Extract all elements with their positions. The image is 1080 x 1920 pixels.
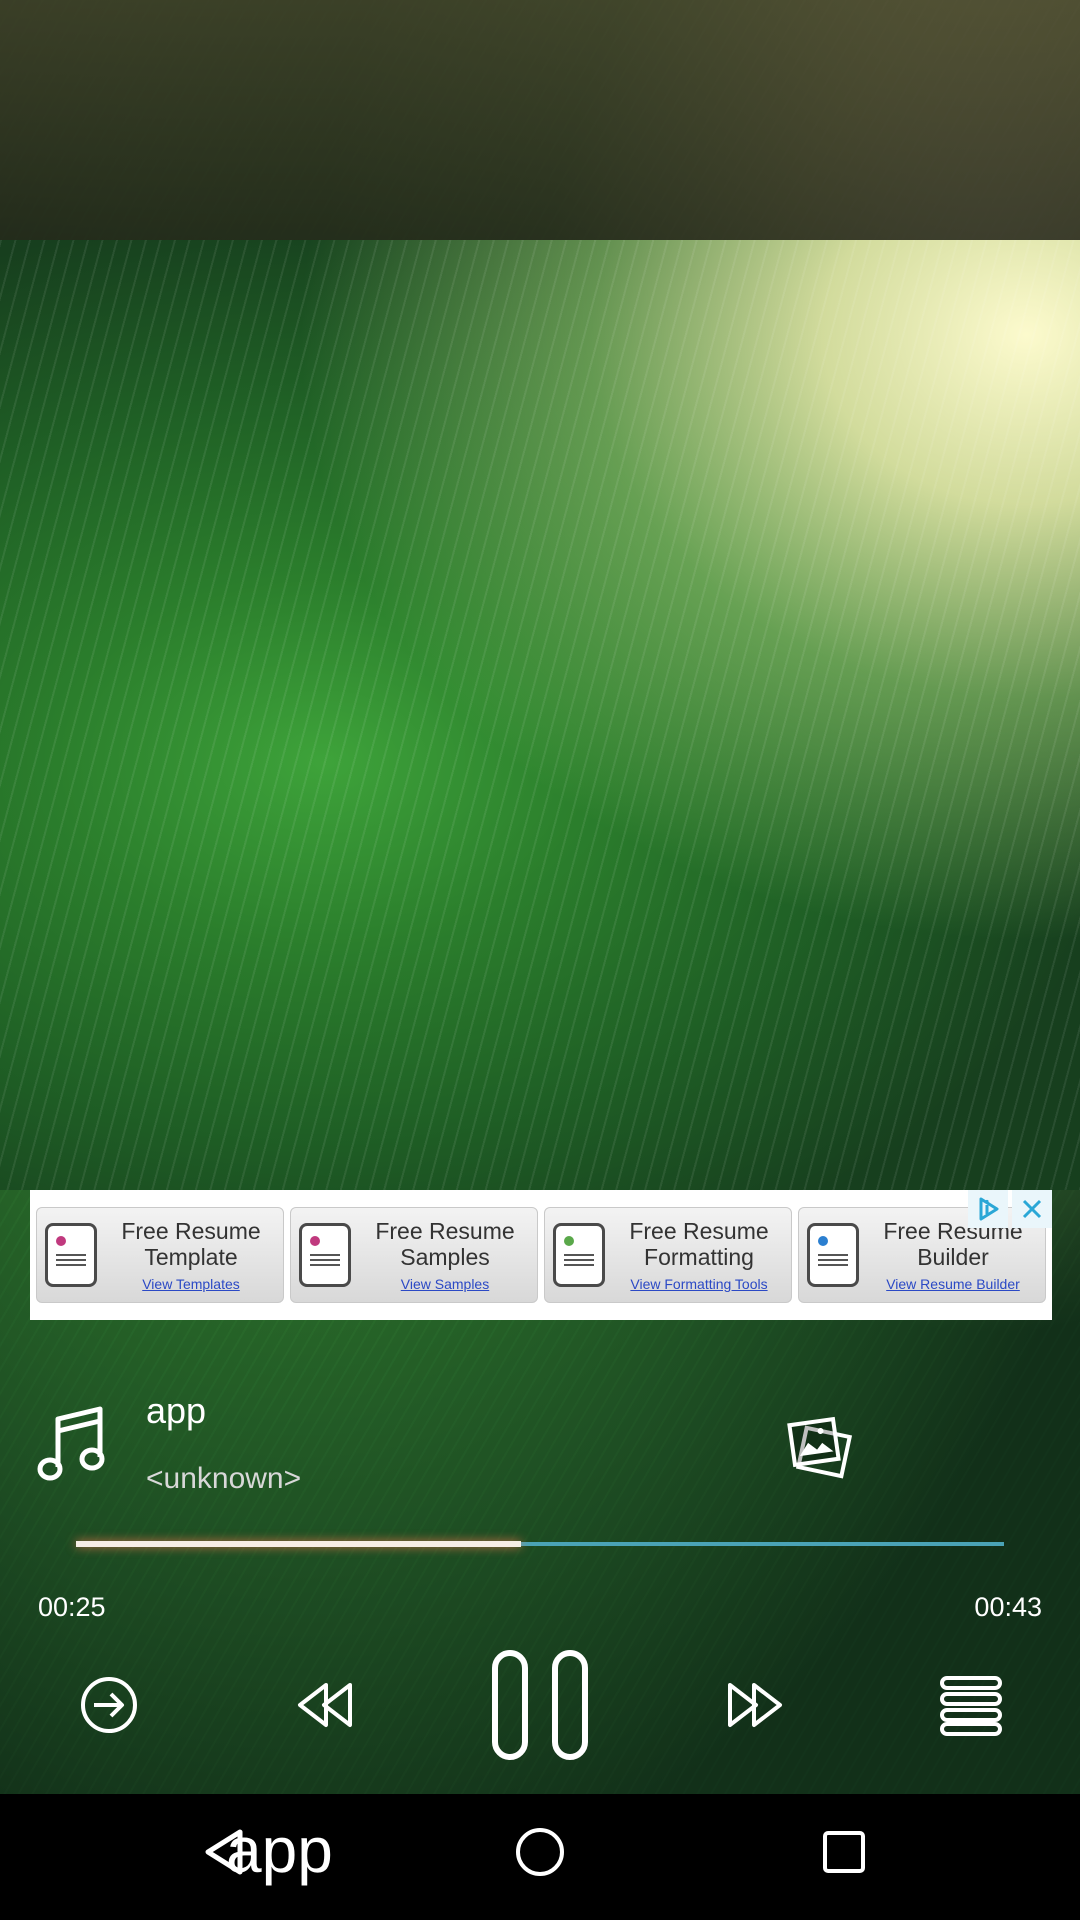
back-button-label: app bbox=[226, 1824, 333, 1886]
system-navigation-bar: app bbox=[0, 1794, 1080, 1920]
ad-card-link[interactable]: View Formatting Tools bbox=[615, 1276, 783, 1292]
ad-card-link[interactable]: View Samples bbox=[361, 1276, 529, 1292]
ad-card-builder[interactable]: Free Resume Builder View Resume Builder bbox=[798, 1207, 1046, 1303]
ad-card-text: Free Resume Samples View Samples bbox=[361, 1218, 529, 1292]
resume-doc-icon bbox=[553, 1223, 605, 1287]
fast-forward-icon[interactable] bbox=[720, 1670, 790, 1740]
ad-card-text: Free Resume Formatting View Formatting T… bbox=[615, 1218, 783, 1292]
album-art-picker-icon[interactable] bbox=[784, 1416, 854, 1482]
resume-doc-icon bbox=[299, 1223, 351, 1287]
album-art bbox=[0, 240, 1080, 1190]
resume-doc-icon bbox=[807, 1223, 859, 1287]
ad-card-template[interactable]: Free Resume Template View Templates bbox=[36, 1207, 284, 1303]
track-info: app <unknown> bbox=[0, 1390, 1080, 1500]
recents-button[interactable] bbox=[822, 1830, 866, 1874]
back-button[interactable]: app bbox=[202, 1814, 362, 1894]
track-title: app bbox=[146, 1390, 207, 1431]
exit-icon[interactable] bbox=[74, 1670, 144, 1740]
ad-card-title-1: Free Resume bbox=[121, 1218, 261, 1244]
ad-card-title-2: Template bbox=[144, 1244, 238, 1270]
resume-doc-icon bbox=[45, 1223, 97, 1287]
ad-card-formatting[interactable]: Free Resume Formatting View Formatting T… bbox=[544, 1207, 792, 1303]
ad-card-title-1: Free Resume bbox=[375, 1218, 515, 1244]
ad-card-text: Free Resume Template View Templates bbox=[107, 1218, 275, 1292]
pause-icon[interactable] bbox=[484, 1646, 596, 1764]
ad-card-text: Free Resume Builder View Resume Builder bbox=[869, 1218, 1037, 1292]
playback-controls bbox=[0, 1640, 1080, 1770]
ad-close-icon[interactable] bbox=[1012, 1190, 1052, 1228]
top-background-strip bbox=[0, 0, 1080, 240]
track-artist: <unknown> bbox=[146, 1462, 302, 1495]
ad-card-title-2: Samples bbox=[400, 1244, 490, 1270]
ad-card-title-2: Builder bbox=[917, 1244, 989, 1270]
home-button[interactable] bbox=[514, 1826, 566, 1878]
ad-card-link[interactable]: View Resume Builder bbox=[869, 1276, 1037, 1292]
ad-banner[interactable]: Free Resume Template View Templates Free… bbox=[30, 1190, 1052, 1320]
seek-bar[interactable] bbox=[76, 1541, 1004, 1547]
ad-card-samples[interactable]: Free Resume Samples View Samples bbox=[290, 1207, 538, 1303]
ad-card-title-2: Formatting bbox=[644, 1244, 754, 1270]
ad-card-title-1: Free Resume bbox=[629, 1218, 769, 1244]
total-duration: 00:43 bbox=[974, 1592, 1042, 1622]
ad-card-link[interactable]: View Templates bbox=[107, 1276, 275, 1292]
playlist-menu-icon[interactable] bbox=[936, 1670, 1006, 1740]
ad-choices-icon[interactable] bbox=[968, 1190, 1008, 1228]
rewind-icon[interactable] bbox=[290, 1670, 360, 1740]
music-note-icon bbox=[36, 1405, 110, 1485]
seek-bar-played bbox=[76, 1541, 522, 1547]
current-time: 00:25 bbox=[38, 1592, 106, 1622]
